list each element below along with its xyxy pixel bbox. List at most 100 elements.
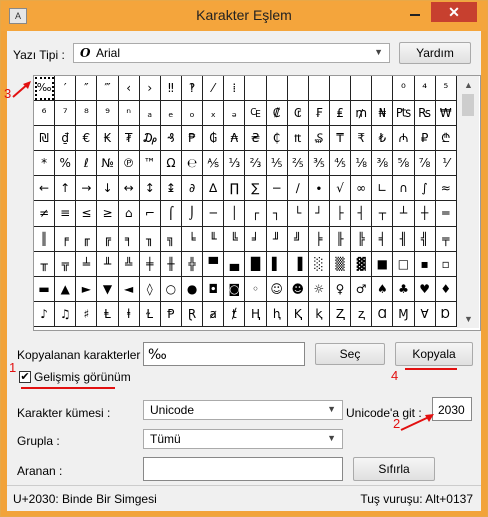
character-cell[interactable]: ☼ [308,276,330,302]
character-cell[interactable]: ⁿ [118,101,140,127]
character-cell[interactable]: ╘ [181,226,204,252]
character-cell[interactable]: ↨ [160,176,182,202]
character-cell[interactable]: * [34,151,56,177]
character-cell[interactable]: ⁴ [414,76,436,102]
character-cell[interactable]: ╤ [435,226,457,252]
character-cell[interactable]: ⌂ [118,201,140,227]
character-cell[interactable]: ▐ [287,251,309,277]
character-cell[interactable]: ₓ [203,101,225,127]
advanced-view-label[interactable]: Gelişmiş görünüm [34,370,131,384]
character-cell[interactable]: ╛ [245,226,267,252]
character-cell[interactable]: ⅞ [414,151,436,177]
character-cell[interactable]: ♥ [414,276,436,302]
character-cell[interactable]: ╪ [139,251,161,277]
copied-characters-input[interactable]: ‰ [143,342,305,366]
character-cell[interactable]: ⁄ [203,76,225,102]
character-cell[interactable]: ₤ [329,101,352,127]
character-cell[interactable]: ♦ [435,276,457,302]
character-cell[interactable]: ◘ [203,276,225,302]
character-cell[interactable]: ⱥ [203,301,225,327]
character-cell[interactable]: Ɱ [393,301,415,327]
character-cell[interactable]: ┤ [351,201,373,227]
character-cell[interactable]: ₱ [181,126,204,152]
character-cell[interactable]: % [55,151,77,177]
character-cell[interactable]: ∂ [181,176,204,202]
character-cell[interactable]: ₾ [435,126,457,152]
character-cell[interactable]: ℗ [118,151,140,177]
character-cell[interactable]: ┌ [245,201,267,227]
character-cell[interactable]: ╝ [287,226,309,252]
character-cell[interactable]: Ɫ [139,301,161,327]
character-cell[interactable]: ░ [308,251,330,277]
character-cell[interactable]: ∆ [203,176,225,202]
character-cell[interactable]: ╦ [55,251,77,277]
character-cell[interactable]: ∕ [287,176,309,202]
character-cell[interactable]: Ω [160,151,182,177]
character-cell[interactable]: ┬ [372,201,394,227]
character-cell[interactable]: ▀ [203,251,225,277]
character-cell[interactable]: ▫ [435,251,457,277]
character-cell[interactable]: ╗ [160,226,182,252]
character-cell[interactable]: ► [76,276,98,302]
character-cell[interactable]: ♂ [351,276,373,302]
character-cell[interactable]: ⅓ [224,151,246,177]
character-cell[interactable]: ╕ [118,226,140,252]
character-cell[interactable]: ╚ [224,226,246,252]
character-cell[interactable]: ⱡ [118,301,140,327]
character-cell[interactable]: ☺ [266,276,288,302]
character-cell[interactable]: ₸ [329,126,352,152]
character-cell[interactable]: ‴ [97,76,119,102]
character-cell[interactable]: ┼ [414,201,436,227]
character-cell[interactable]: ≥ [97,201,119,227]
character-cell[interactable]: ⁞ [224,76,246,102]
vertical-scrollbar[interactable]: ▲ ▼ [457,76,479,328]
character-cell[interactable]: ║ [34,226,56,252]
character-cell[interactable]: ╟ [329,226,352,252]
character-cell[interactable]: ♀ [329,276,352,302]
character-cell[interactable]: ₮ [118,126,140,152]
character-cell[interactable]: ⅍ [203,151,225,177]
character-cell[interactable]: ₩ [435,101,457,127]
character-cell[interactable]: ₺ [372,126,394,152]
character-cell[interactable]: ┘ [308,201,330,227]
character-cell[interactable]: ⁹ [97,101,119,127]
character-cell[interactable]: ╞ [308,226,330,252]
character-cell[interactable]: ∩ [393,176,415,202]
character-cell[interactable]: → [76,176,98,202]
character-cell[interactable]: ╖ [139,226,161,252]
character-cell[interactable]: ↓ [97,176,119,202]
character-cell[interactable]: ◙ [224,276,246,302]
character-cell[interactable]: ₴ [245,126,267,152]
character-cell[interactable]: ₼ [393,126,415,152]
character-cell[interactable]: ╨ [97,251,119,277]
character-cell[interactable]: ┴ [393,201,415,227]
character-cell[interactable]: ₣ [308,101,330,127]
scroll-thumb[interactable] [462,94,474,116]
character-cell[interactable]: ″ [76,76,98,102]
character-cell[interactable]: ⅕ [266,151,288,177]
character-cell[interactable]: ⅔ [245,151,267,177]
character-cell[interactable]: ├ [329,201,352,227]
character-cell[interactable]: ◦ [245,276,267,302]
character-cell[interactable]: ♯ [76,301,98,327]
character-cell[interactable]: ═ [435,201,457,227]
character-cell[interactable]: ₰ [160,126,182,152]
copy-button[interactable]: Kopyala [395,342,473,366]
character-cell[interactable]: ▼ [97,276,119,302]
character-cell[interactable]: ₢ [287,101,309,127]
character-cell[interactable]: ● [181,276,204,302]
character-cell[interactable]: ₪ [34,126,56,152]
character-cell[interactable]: ₭ [97,126,119,152]
character-cell[interactable]: ▄ [224,251,246,277]
character-cell[interactable]: ℓ [76,151,98,177]
character-cell[interactable]: ┐ [266,201,288,227]
character-cell[interactable]: ♠ [372,276,394,302]
character-cell[interactable]: ⁷ [55,101,77,127]
character-cell[interactable]: ⌡ [181,201,204,227]
character-cell[interactable]: ▌ [266,251,288,277]
character-cell[interactable]: ₑ [160,101,182,127]
advanced-view-checkbox[interactable]: ✔ [19,371,31,383]
character-cell[interactable]: ⅜ [372,151,394,177]
character-cell[interactable]: □ [393,251,415,277]
character-cell[interactable]: ╣ [414,226,436,252]
